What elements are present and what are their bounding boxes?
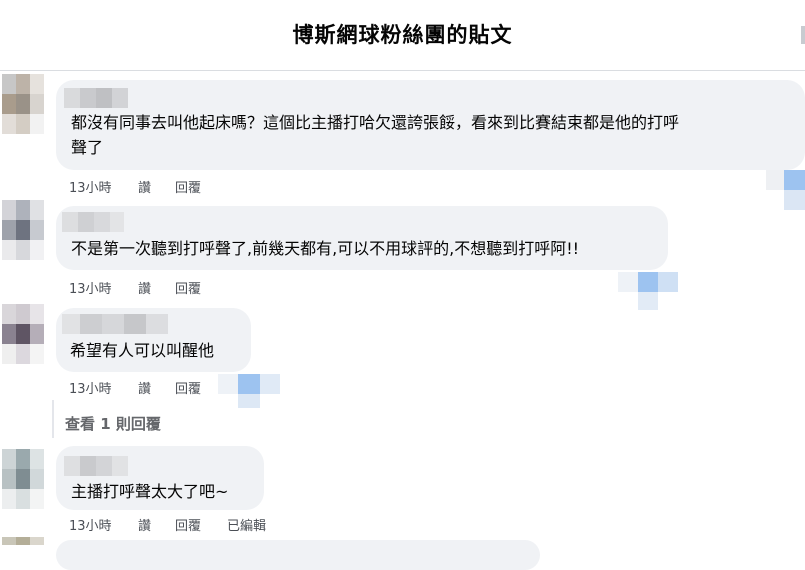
comment-time[interactable]: 13小時 bbox=[69, 177, 112, 196]
redaction-block bbox=[658, 272, 678, 292]
comment-time[interactable]: 13小時 bbox=[69, 278, 112, 297]
avatar[interactable] bbox=[2, 74, 44, 134]
reply-button[interactable]: 回覆 bbox=[175, 515, 201, 534]
redaction-block bbox=[618, 272, 638, 292]
comment-text: 希望有人可以叫醒他 bbox=[70, 341, 215, 360]
reply-button[interactable]: 回覆 bbox=[175, 378, 201, 397]
close-icon[interactable] bbox=[801, 26, 805, 44]
redaction-block bbox=[784, 170, 805, 190]
commenter-name[interactable] bbox=[62, 212, 124, 232]
like-button[interactable]: 讚 bbox=[138, 278, 151, 297]
avatar[interactable] bbox=[2, 449, 44, 509]
comment-time[interactable]: 13小時 bbox=[69, 515, 112, 534]
like-button[interactable]: 讚 bbox=[138, 515, 151, 534]
view-replies-link[interactable]: 查看 1 則回覆 bbox=[65, 413, 161, 434]
comment-time[interactable]: 13小時 bbox=[69, 378, 112, 397]
comment-text: 主播打呼聲太大了吧~ bbox=[71, 482, 229, 501]
redaction-block bbox=[638, 272, 658, 292]
commenter-name[interactable] bbox=[62, 314, 168, 334]
post-header: 博斯網球粉絲團的貼文 bbox=[0, 0, 805, 71]
reply-button[interactable]: 回覆 bbox=[175, 177, 201, 196]
redaction-block bbox=[218, 374, 238, 394]
comment-text: 不是第一次聽到打呼聲了,前幾天都有,可以不用球評的,不想聽到打呼阿!! bbox=[71, 239, 580, 258]
redaction-block bbox=[238, 374, 260, 394]
reply-button[interactable]: 回覆 bbox=[175, 278, 201, 297]
avatar[interactable] bbox=[2, 537, 44, 545]
redaction-block bbox=[784, 190, 805, 210]
comment-text: 聲了 bbox=[71, 138, 104, 157]
redaction-block bbox=[766, 170, 784, 190]
redaction-block bbox=[238, 394, 260, 408]
edited-label[interactable]: 已編輯 bbox=[227, 515, 266, 534]
reply-thread-line bbox=[52, 400, 54, 438]
like-button[interactable]: 讚 bbox=[138, 177, 151, 196]
commenter-name[interactable] bbox=[64, 456, 128, 476]
redaction-block bbox=[260, 374, 280, 394]
avatar[interactable] bbox=[2, 304, 44, 364]
avatar[interactable] bbox=[2, 200, 44, 260]
comment-text: 都沒有同事去叫他起床嗎？這個比主播打哈欠還誇張餒，看來到比賽結束都是他的打呼 bbox=[71, 113, 680, 132]
redaction-block bbox=[638, 292, 658, 310]
page-title: 博斯網球粉絲團的貼文 bbox=[292, 23, 513, 47]
like-button[interactable]: 讚 bbox=[138, 378, 151, 397]
commenter-name[interactable] bbox=[64, 88, 128, 108]
